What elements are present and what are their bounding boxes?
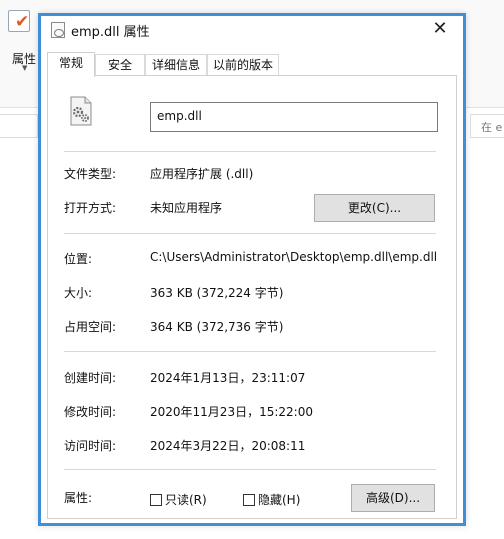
size-label: 大小: [64, 286, 93, 300]
dialog-titlebar[interactable]: emp.dll 属性 ✕ [41, 16, 463, 46]
gear-file-icon [70, 96, 92, 126]
address-bar[interactable] [0, 114, 38, 138]
search-input[interactable]: 在 e [470, 114, 504, 138]
modified-label: 修改时间: [64, 405, 117, 419]
divider [64, 469, 436, 470]
readonly-checkbox[interactable]: 只读(R) [150, 491, 207, 508]
chevron-down-icon: ▼ [22, 64, 28, 72]
opens-with-label: 打开方式: [64, 201, 117, 215]
size-on-disk-value: 364 KB (372,736 字节) [150, 320, 284, 334]
dll-file-icon [51, 22, 65, 38]
attributes-label: 属性: [64, 491, 93, 505]
dialog-title: emp.dll 属性 [71, 25, 150, 40]
accessed-value: 2024年3月22日，20:08:11 [150, 439, 306, 453]
created-label: 创建时间: [64, 371, 117, 385]
change-button[interactable]: 更改(C)... [314, 194, 435, 222]
advanced-button[interactable]: 高级(D)... [351, 484, 435, 512]
divider [64, 151, 436, 152]
created-value: 2024年1月13日，23:11:07 [150, 371, 306, 385]
divider [64, 233, 436, 234]
close-button[interactable]: ✕ [423, 16, 457, 44]
file-name-field[interactable]: emp.dll [150, 102, 438, 132]
location-label: 位置: [64, 252, 93, 266]
accessed-label: 访问时间: [64, 439, 117, 453]
hidden-checkbox-label: 隐藏(H) [258, 493, 301, 507]
tab-previous-versions[interactable]: 以前的版本 [207, 54, 279, 76]
hidden-checkbox[interactable]: 隐藏(H) [243, 491, 300, 508]
divider [64, 351, 436, 352]
file-type-label: 文件类型: [64, 167, 117, 181]
general-tab-panel: emp.dll 文件类型: 应用程序扩展 (.dll) 打开方式: 未知应用程序… [47, 75, 457, 519]
location-value: C:\Users\Administrator\Desktop\emp.dll\e… [150, 250, 438, 264]
modified-value: 2020年11月23日，15:22:00 [150, 405, 313, 419]
hidden-checkbox-box[interactable] [243, 494, 255, 506]
ribbon-properties-button[interactable]: ✔ 属性 ▼ [4, 6, 36, 72]
opens-with-value: 未知应用程序 [150, 201, 223, 215]
search-placeholder: 在 e [481, 121, 503, 134]
tab-security[interactable]: 安全 [95, 54, 145, 76]
readonly-checkbox-box[interactable] [150, 494, 162, 506]
tab-general[interactable]: 常规 [47, 52, 95, 77]
size-on-disk-label: 占用空间: [64, 320, 117, 334]
size-value: 363 KB (372,224 字节) [150, 286, 284, 300]
properties-check-icon: ✔ [8, 10, 30, 32]
file-type-value: 应用程序扩展 (.dll) [150, 167, 254, 181]
readonly-checkbox-label: 只读(R) [165, 493, 207, 507]
tab-details[interactable]: 详细信息 [145, 54, 207, 76]
properties-dialog: emp.dll 属性 ✕ 常规 安全 详细信息 以前的版本 emp.dll 文件… [38, 13, 466, 526]
